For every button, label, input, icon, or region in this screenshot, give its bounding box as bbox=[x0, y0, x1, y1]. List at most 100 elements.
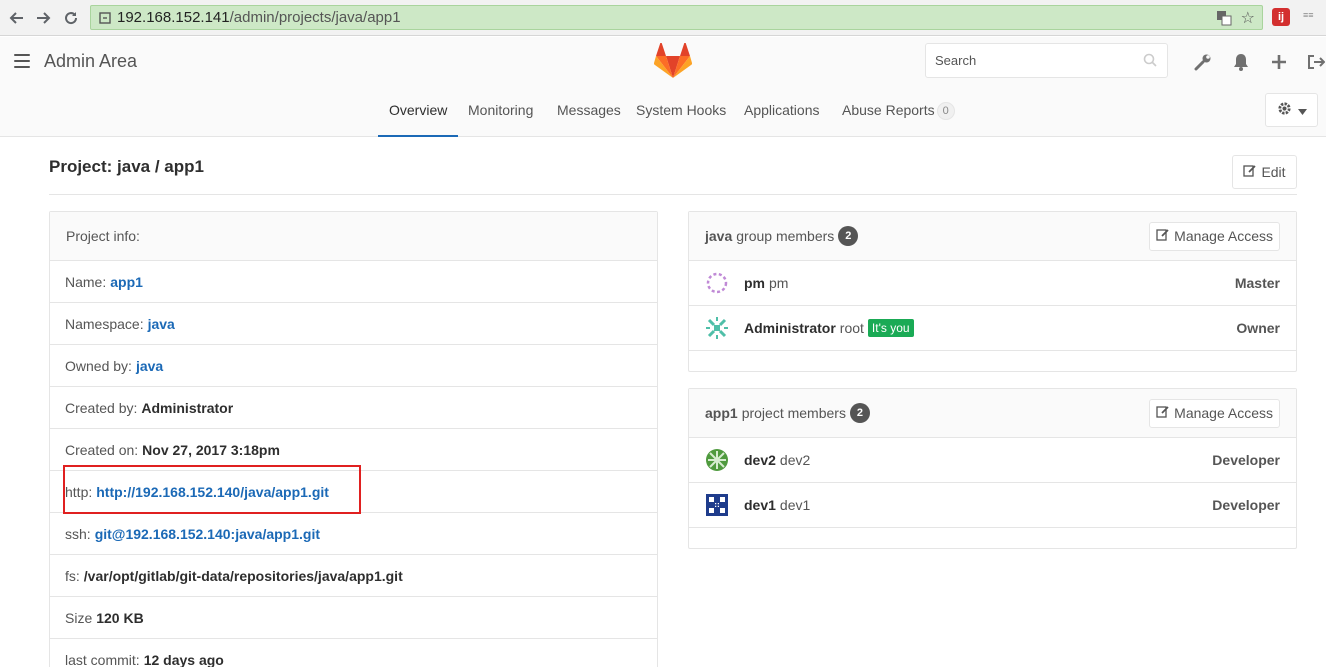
hamburger-menu-icon[interactable] bbox=[14, 54, 30, 72]
edit-label: Edit bbox=[1261, 164, 1286, 180]
fs-path-value: /var/opt/gitlab/git-data/repositories/ja… bbox=[83, 567, 403, 584]
avatar[interactable] bbox=[705, 271, 729, 295]
http-clone-url-link[interactable]: http://192.168.152.140/java/app1.git bbox=[96, 484, 329, 500]
owner-link[interactable]: java bbox=[136, 358, 163, 374]
info-label: Owned by: bbox=[65, 357, 132, 374]
tab-abuse-reports[interactable]: Abuse Reports 0 bbox=[842, 89, 955, 137]
gitlab-logo-icon[interactable] bbox=[653, 42, 693, 82]
group-members-heading: java group members 2 Manage Access bbox=[689, 212, 1296, 261]
tab-monitoring[interactable]: Monitoring bbox=[468, 89, 533, 137]
search-box[interactable] bbox=[925, 43, 1168, 78]
info-label: Name: bbox=[65, 273, 107, 290]
member-name[interactable]: Administrator bbox=[744, 320, 836, 336]
project-members-panel: app1 project members 2 Manage Access dev… bbox=[688, 388, 1297, 549]
page-info-icon[interactable] bbox=[99, 11, 111, 27]
tab-label: Messages bbox=[557, 102, 621, 118]
address-bar[interactable]: 192.168.152.141/admin/projects/java/app1… bbox=[90, 5, 1263, 30]
size-value: 120 KB bbox=[96, 609, 144, 626]
member-row: dev1 dev1 Developer bbox=[689, 483, 1296, 528]
info-label: Created on: bbox=[65, 441, 139, 458]
url-path: /admin/projects/java/app1 bbox=[229, 9, 401, 26]
member-username: root bbox=[839, 320, 864, 336]
manage-access-label: Manage Access bbox=[1174, 228, 1273, 244]
info-row-http-url: http: http://192.168.152.140/java/app1.gi… bbox=[50, 471, 657, 513]
member-username: dev2 bbox=[779, 452, 811, 468]
info-row-owner: Owned by: java bbox=[50, 345, 657, 387]
search-icon bbox=[1143, 53, 1157, 70]
settings-dropdown-button[interactable] bbox=[1265, 93, 1318, 127]
group-members-panel: java group members 2 Manage Access pm pm… bbox=[688, 211, 1297, 372]
group-members-count-badge: 2 bbox=[838, 226, 859, 246]
back-arrow-icon[interactable] bbox=[6, 7, 28, 29]
member-username: pm bbox=[769, 275, 789, 291]
ssh-clone-url-link[interactable]: git@192.168.152.140:java/app1.git bbox=[95, 526, 320, 542]
project-manage-access-button[interactable]: Manage Access bbox=[1149, 398, 1280, 428]
gitlab-header: Admin Area Overview Monitoring Messages bbox=[0, 37, 1326, 137]
tab-system-hooks[interactable]: System Hooks bbox=[636, 89, 726, 137]
gear-icon bbox=[1277, 101, 1292, 119]
project-members-count-badge: 2 bbox=[849, 403, 870, 423]
project-members-label: project members bbox=[741, 405, 846, 421]
tab-label: System Hooks bbox=[636, 102, 727, 118]
info-label: last commit: bbox=[65, 651, 140, 667]
created-on-value: Nov 27, 2017 3:18pm bbox=[142, 441, 280, 458]
edit-icon bbox=[1156, 228, 1170, 244]
edit-icon bbox=[1156, 405, 1170, 421]
browser-toolbar: 192.168.152.141/admin/projects/java/app1… bbox=[0, 0, 1326, 36]
group-manage-access-button[interactable]: Manage Access bbox=[1149, 221, 1280, 251]
translate-icon[interactable] bbox=[1216, 10, 1232, 29]
edit-icon bbox=[1243, 164, 1257, 180]
member-row: dev2 dev2 Developer bbox=[689, 438, 1296, 483]
info-row-last-commit: last commit: 12 days ago bbox=[50, 639, 657, 667]
info-label: Created by: bbox=[65, 399, 138, 416]
abuse-reports-count: 0 bbox=[936, 102, 955, 121]
member-name[interactable]: dev1 bbox=[744, 497, 776, 513]
plus-icon[interactable] bbox=[1269, 52, 1289, 72]
project-name-link[interactable]: app1 bbox=[110, 274, 143, 290]
last-commit-value: 12 days ago bbox=[143, 651, 224, 667]
sign-out-icon[interactable] bbox=[1306, 52, 1326, 72]
member-username: dev1 bbox=[779, 497, 811, 513]
area-title: Admin Area bbox=[44, 51, 138, 71]
namespace-link[interactable]: java bbox=[148, 316, 175, 332]
info-row-name: Name: app1 bbox=[50, 261, 657, 303]
search-input[interactable] bbox=[926, 44, 1126, 77]
member-role: Master bbox=[1234, 275, 1280, 291]
avatar[interactable] bbox=[705, 448, 729, 472]
tab-label: Applications bbox=[744, 102, 820, 118]
member-name[interactable]: pm bbox=[744, 275, 765, 291]
manage-access-label: Manage Access bbox=[1174, 405, 1273, 421]
bookmark-star-icon[interactable]: ☆ bbox=[1241, 8, 1255, 28]
edit-button[interactable]: Edit bbox=[1232, 155, 1297, 189]
address-url: 192.168.152.141/admin/projects/java/app1 bbox=[117, 9, 401, 26]
avatar[interactable] bbox=[705, 493, 729, 517]
group-name: java bbox=[705, 228, 733, 244]
info-row-size: Size 120 KB bbox=[50, 597, 657, 639]
info-label: Size bbox=[65, 609, 93, 626]
info-row-created-on: Created on: Nov 27, 2017 3:18pm bbox=[50, 429, 657, 471]
info-row-namespace: Namespace: java bbox=[50, 303, 657, 345]
tab-overview[interactable]: Overview bbox=[378, 89, 459, 137]
tab-applications[interactable]: Applications bbox=[744, 89, 820, 137]
project-info-panel: Project info: Name: app1 Namespace: java O… bbox=[49, 211, 658, 667]
wrench-icon[interactable] bbox=[1193, 52, 1213, 72]
panel-heading-text: Project info: bbox=[66, 228, 140, 244]
admin-nav-tabs: Overview Monitoring Messages System Hook… bbox=[0, 89, 1326, 137]
info-label: fs: bbox=[65, 567, 80, 584]
url-host: 192.168.152.141 bbox=[117, 9, 230, 26]
tab-messages[interactable]: Messages bbox=[557, 89, 621, 137]
member-row: pm pm Master bbox=[689, 261, 1296, 306]
bell-icon[interactable] bbox=[1231, 52, 1251, 72]
info-row-fs-path: fs:/var/opt/gitlab/git-data/repositories… bbox=[50, 555, 657, 597]
tab-label: Abuse Reports bbox=[842, 102, 935, 118]
reload-icon[interactable] bbox=[60, 7, 82, 29]
its-you-badge: It's you bbox=[867, 319, 914, 337]
member-name[interactable]: dev2 bbox=[744, 452, 776, 468]
info-label: Namespace: bbox=[65, 315, 144, 332]
group-members-label: group members bbox=[736, 228, 835, 244]
avatar[interactable] bbox=[705, 316, 729, 340]
extension-menu-icon[interactable]: ≡≡ bbox=[1303, 10, 1314, 20]
forward-arrow-icon[interactable] bbox=[32, 7, 54, 29]
creator-value: Administrator bbox=[141, 399, 234, 416]
extension-icon[interactable]: ij bbox=[1272, 8, 1290, 26]
